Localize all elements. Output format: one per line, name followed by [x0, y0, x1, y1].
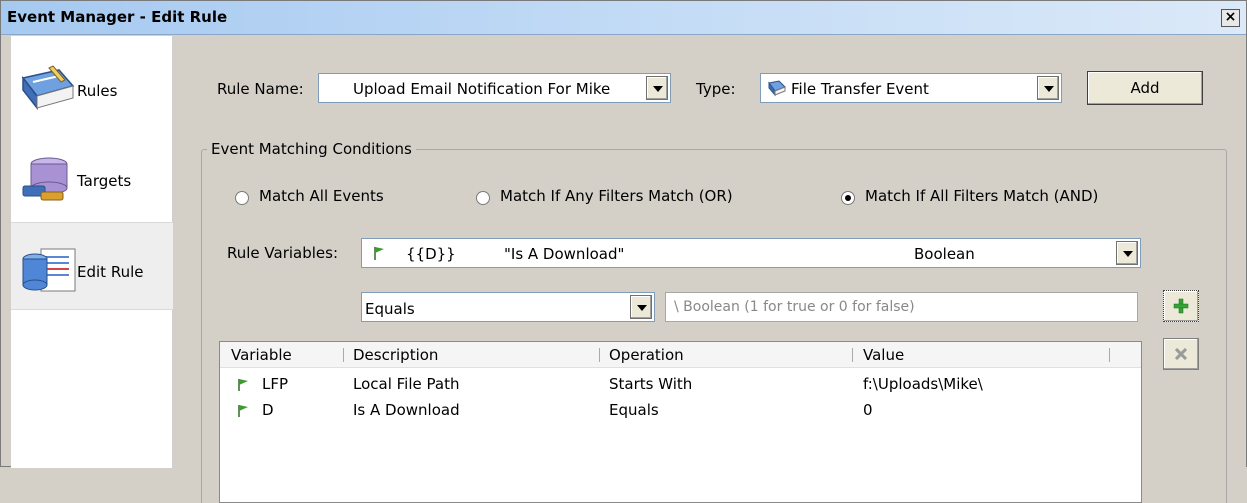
sidebar-item-targets[interactable]: Targets — [11, 132, 173, 220]
edit-rule-icon — [22, 248, 76, 292]
filters-list-header: Variable Description Operation Value — [220, 342, 1141, 368]
rule-variables-select[interactable]: {{D}} "Is A Download" Boolean — [361, 238, 1141, 268]
value-placeholder: \ Boolean (1 for true or 0 for false) — [674, 299, 915, 315]
radio-label: Match If All Filters Match (AND) — [865, 187, 1099, 205]
window-title: Event Manager - Edit Rule — [7, 8, 228, 26]
add-button[interactable]: Add — [1087, 71, 1203, 105]
table-row[interactable]: D Is A Download Equals 0 — [220, 398, 1141, 424]
value-input[interactable]: \ Boolean (1 for true or 0 for false) — [665, 292, 1138, 322]
chevron-down-icon[interactable] — [1116, 241, 1138, 265]
column-header-description[interactable]: Description — [353, 346, 438, 364]
variable-flag-icon — [238, 405, 248, 417]
close-button[interactable]: × — [1221, 9, 1240, 27]
sidebar-item-label: Edit Rule — [77, 263, 144, 281]
file-transfer-icon — [768, 80, 786, 97]
operation-value: Equals — [365, 300, 415, 318]
operation-select[interactable]: Equals — [361, 292, 655, 322]
add-filter-button[interactable] — [1163, 290, 1199, 322]
chevron-down-icon[interactable] — [1037, 76, 1059, 100]
column-separator — [343, 348, 344, 362]
event-matching-conditions-title: Event Matching Conditions — [207, 140, 416, 158]
cell-operation: Equals — [609, 401, 659, 419]
filters-list[interactable]: Variable Description Operation Value LFP… — [219, 341, 1142, 503]
cell-description: Local File Path — [353, 375, 460, 393]
column-header-value[interactable]: Value — [863, 346, 904, 364]
title-bar[interactable]: Event Manager - Edit Rule × — [1, 1, 1246, 35]
plus-icon — [1173, 298, 1189, 314]
column-header-operation[interactable]: Operation — [609, 346, 684, 364]
table-row[interactable]: LFP Local File Path Starts With f:\Uploa… — [220, 372, 1141, 398]
radio-match-all-events[interactable] — [235, 191, 249, 205]
column-separator — [599, 348, 600, 362]
variable-flag-icon — [238, 379, 248, 391]
delete-x-icon — [1175, 348, 1187, 360]
remove-filter-button[interactable] — [1163, 338, 1199, 370]
cell-value: 0 — [863, 401, 873, 419]
radio-match-any[interactable] — [476, 191, 490, 205]
cell-operation: Starts With — [609, 375, 693, 393]
chevron-down-icon[interactable] — [646, 76, 668, 100]
cell-value: f:\Uploads\Mike\ — [863, 375, 983, 393]
radio-label: Match All Events — [259, 187, 384, 205]
column-separator — [1109, 348, 1110, 362]
sidebar-item-label: Rules — [77, 82, 118, 100]
sidebar-item-rules[interactable]: Rules — [11, 42, 173, 130]
chevron-down-icon[interactable] — [630, 295, 652, 319]
cell-variable: D — [262, 401, 274, 419]
type-value: File Transfer Event — [791, 80, 929, 98]
cell-description: Is A Download — [353, 401, 460, 419]
targets-database-icon — [22, 157, 68, 201]
rule-variables-label: Rule Variables: — [227, 244, 339, 262]
radio-match-all-filters[interactable] — [841, 191, 855, 205]
rules-book-icon — [21, 65, 75, 111]
variable-flag-icon — [374, 247, 384, 260]
rule-variable-type: Boolean — [914, 245, 975, 263]
column-separator — [852, 348, 853, 362]
rule-name-select[interactable]: Upload Email Notification For Mike — [318, 73, 671, 103]
type-select[interactable]: File Transfer Event — [760, 73, 1062, 103]
rule-variable-token: {{D}} — [406, 245, 456, 263]
sidebar-item-edit-rule[interactable]: Edit Rule — [11, 222, 173, 310]
column-header-variable[interactable]: Variable — [231, 346, 292, 364]
type-label: Type: — [696, 80, 736, 98]
sidebar-item-label: Targets — [77, 172, 132, 190]
sidebar: Rules Targets Edit Rule — [11, 36, 173, 468]
edit-rule-panel: Rule Name: Upload Email Notification For… — [173, 36, 1246, 503]
rule-variable-name: "Is A Download" — [504, 245, 625, 263]
event-manager-window: Event Manager - Edit Rule × Rules Target… — [0, 0, 1247, 503]
radio-label: Match If Any Filters Match (OR) — [500, 187, 733, 205]
cell-variable: LFP — [262, 375, 289, 393]
rule-name-label: Rule Name: — [217, 80, 304, 98]
rule-name-value: Upload Email Notification For Mike — [353, 80, 611, 98]
